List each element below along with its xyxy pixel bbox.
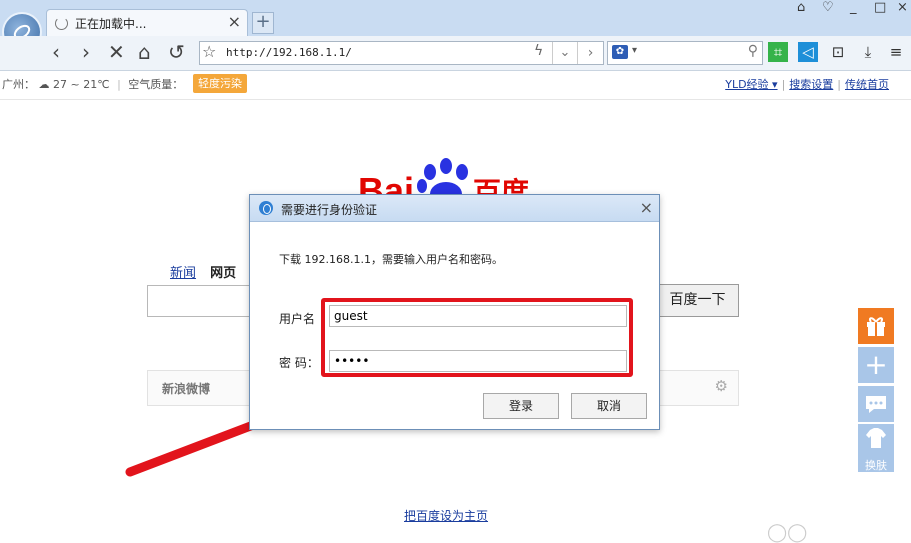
- classic-home-link[interactable]: 传统首页: [845, 78, 889, 91]
- dialog-title: 需要进行身份验证: [281, 203, 378, 217]
- air-quality-badge[interactable]: 轻度污染: [193, 74, 247, 93]
- baidu-search-button[interactable]: 百度一下: [656, 284, 739, 317]
- search-nav: 新闻 网页: [170, 262, 236, 281]
- skin-label: 换肤: [865, 459, 887, 472]
- feedback-button[interactable]: [858, 386, 894, 422]
- crop-icon[interactable]: ⌗: [768, 42, 788, 62]
- weather-temp: 27 ~ 21℃: [53, 78, 110, 91]
- home-icon[interactable]: ⌂: [138, 40, 151, 64]
- gear-icon[interactable]: ⚙: [715, 377, 728, 395]
- sidebar-icon[interactable]: ◁: [798, 42, 818, 62]
- search-settings-link[interactable]: 搜索设置: [789, 78, 833, 91]
- stop-icon[interactable]: ✕: [108, 40, 125, 64]
- loading-spinner-icon: [55, 17, 68, 30]
- new-tab-button[interactable]: +: [252, 12, 274, 34]
- nav-news-link[interactable]: 新闻: [170, 266, 196, 281]
- minimize-button[interactable]: _: [850, 0, 857, 15]
- login-button[interactable]: 登录: [483, 393, 559, 419]
- auth-dialog: 需要进行身份验证 × 下载 192.168.1.1，需要输入用户名和密码。 用户…: [249, 194, 660, 430]
- user-menu-link[interactable]: YLD经验 ▾: [725, 78, 777, 91]
- browser-logo-icon: [259, 201, 273, 215]
- nav-web-link[interactable]: 网页: [210, 266, 236, 281]
- divider: |: [781, 78, 786, 91]
- forward-icon[interactable]: ›: [82, 40, 90, 64]
- weather-info: 广州： ☁ 27 ~ 21℃ | 空气质量：: [2, 76, 183, 92]
- gift-button[interactable]: [858, 308, 894, 344]
- search-icon[interactable]: ⚲: [748, 43, 758, 59]
- download-icon[interactable]: ⤓: [858, 42, 878, 62]
- maximize-button[interactable]: □: [874, 0, 886, 15]
- top-links: YLD经验 ▾ | 搜索设置 | 传统首页: [725, 76, 889, 92]
- divider: |: [117, 78, 121, 91]
- shirt-icon: [866, 428, 886, 448]
- tab-close-icon[interactable]: ×: [228, 12, 241, 31]
- set-homepage-link[interactable]: 把百度设为主页: [404, 507, 488, 524]
- go-icon[interactable]: ›: [577, 42, 603, 64]
- address-bar[interactable]: ☆ http://192.168.1.1/ ϟ ⌄ ›: [199, 41, 604, 65]
- browser-tab[interactable]: 正在加载中... ×: [46, 9, 248, 37]
- skin-button[interactable]: 换肤: [858, 424, 894, 472]
- username-label: 用户名: [279, 312, 316, 326]
- dialog-close-icon[interactable]: ×: [640, 198, 653, 217]
- undo-icon[interactable]: ↺: [168, 40, 185, 64]
- dialog-message: 下载 192.168.1.1，需要输入用户名和密码。: [279, 253, 503, 266]
- screenshot-icon[interactable]: ⊡: [828, 42, 848, 62]
- loading-decoration-icon: ◯◯: [767, 522, 808, 543]
- back-icon[interactable]: ‹: [52, 40, 60, 64]
- divider: |: [837, 78, 841, 91]
- tab-title: 正在加载中...: [75, 17, 147, 31]
- url-dropdown-icon[interactable]: ⌄: [552, 42, 577, 64]
- favorite-window-icon[interactable]: ♡: [822, 0, 834, 15]
- weibo-label[interactable]: 新浪微博: [162, 380, 210, 397]
- chat-icon: [866, 396, 886, 413]
- add-button[interactable]: +: [858, 347, 894, 383]
- skin-window-icon[interactable]: ⌂: [797, 0, 805, 15]
- search-bar[interactable]: ✿ ▾ ⚲: [607, 41, 763, 65]
- dialog-titlebar: 需要进行身份验证 ×: [250, 195, 659, 222]
- gift-icon: [867, 317, 885, 336]
- url-text[interactable]: http://192.168.1.1/: [226, 46, 352, 59]
- menu-icon[interactable]: ≡: [886, 42, 906, 62]
- engine-dropdown-icon[interactable]: ▾: [632, 45, 637, 56]
- password-label: 密 码：: [279, 356, 319, 370]
- bookmark-star-icon[interactable]: ☆: [202, 42, 216, 61]
- speed-mode-icon[interactable]: ϟ: [534, 43, 543, 59]
- cancel-button[interactable]: 取消: [571, 393, 647, 419]
- plus-icon: +: [864, 348, 888, 381]
- weather-city: 广州：: [2, 78, 35, 91]
- air-quality-label: 空气质量：: [128, 78, 184, 91]
- close-window-button[interactable]: ×: [897, 0, 908, 15]
- cloud-icon: ☁: [38, 78, 50, 91]
- annotation-highlight-box: [321, 298, 633, 377]
- paw-icon[interactable]: ✿: [612, 45, 628, 59]
